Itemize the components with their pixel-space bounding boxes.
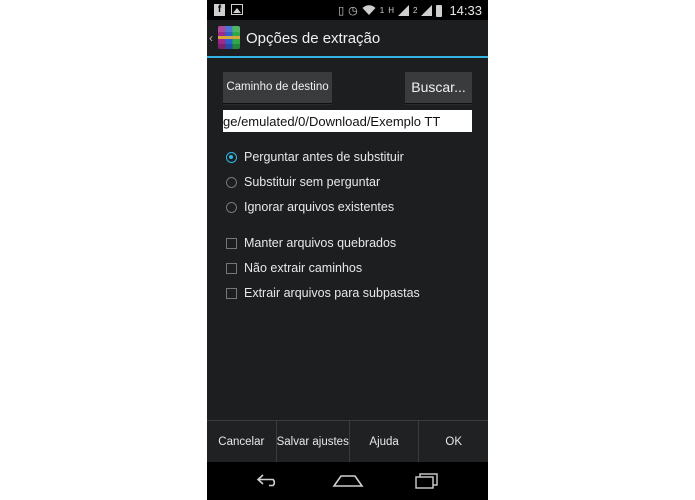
radio-button[interactable] <box>226 176 237 188</box>
radio-button-selected[interactable] <box>226 151 237 163</box>
phone-screen: f ▯ ◷ 1 H 2 14:33 ‹ Opções de extração C… <box>207 0 488 500</box>
save-settings-button[interactable]: Salvar ajustes <box>275 421 349 463</box>
checkbox-label: Não extrair caminhos <box>244 261 363 275</box>
checkbox-keep-broken[interactable]: Manter arquivos quebrados <box>226 234 396 252</box>
checkbox-label: Manter arquivos quebrados <box>244 236 397 250</box>
radio-replace-without-asking[interactable]: Substituir sem perguntar <box>226 173 380 191</box>
checkbox[interactable] <box>226 287 237 299</box>
facebook-icon: f <box>214 4 225 16</box>
clock: 14:33 <box>449 3 482 18</box>
checkbox-label: Extrair arquivos para subpastas <box>244 286 420 300</box>
dialog-button-bar: Cancelar Salvar ajustes Ajuda OK <box>207 420 488 463</box>
destination-path-button[interactable]: Caminho de destino <box>223 72 332 104</box>
recent-apps-icon[interactable] <box>414 472 440 490</box>
radio-label: Substituir sem perguntar <box>244 175 381 189</box>
home-icon[interactable] <box>332 474 364 488</box>
winrar-logo-icon[interactable] <box>218 26 240 49</box>
browse-button[interactable]: Buscar... <box>405 72 472 104</box>
radio-ask-before-replace[interactable]: Perguntar antes de substituir <box>226 148 404 166</box>
network-label-2: 2 <box>413 6 418 15</box>
battery-icon <box>436 4 443 17</box>
wifi-icon <box>362 5 376 15</box>
destination-path-value: ge/emulated/0/Download/Exemplo TT <box>223 114 441 129</box>
radio-button[interactable] <box>226 201 237 213</box>
destination-path-input[interactable]: ge/emulated/0/Download/Exemplo TT <box>223 110 472 132</box>
page-title: Opções de extração <box>246 30 381 47</box>
checkbox-extract-subfolders[interactable]: Extrair arquivos para subpastas <box>226 284 420 302</box>
vibrate-icon: ▯ <box>338 5 345 17</box>
checkbox-no-paths[interactable]: Não extrair caminhos <box>226 259 362 277</box>
signal-icon-2 <box>421 5 433 16</box>
action-bar: ‹ Opções de extração <box>207 20 488 58</box>
up-caret-icon[interactable]: ‹ <box>209 31 213 45</box>
checkbox[interactable] <box>226 262 237 274</box>
network-label-1: 1 <box>379 6 385 15</box>
help-button[interactable]: Ajuda <box>348 421 419 463</box>
back-icon[interactable] <box>255 473 280 487</box>
cancel-button[interactable]: Cancelar <box>207 421 276 463</box>
image-icon <box>231 4 243 15</box>
status-bar: f ▯ ◷ 1 H 2 14:33 <box>207 0 488 20</box>
navigation-bar <box>207 462 488 500</box>
signal-icon <box>398 5 409 16</box>
alarm-icon: ◷ <box>348 5 358 17</box>
ok-button[interactable]: OK <box>418 421 488 463</box>
network-label-h: H <box>388 6 394 15</box>
radio-label: Perguntar antes de substituir <box>244 150 404 164</box>
radio-label: Ignorar arquivos existentes <box>244 200 395 214</box>
checkbox[interactable] <box>226 237 237 249</box>
radio-ignore-existing[interactable]: Ignorar arquivos existentes <box>226 198 394 216</box>
